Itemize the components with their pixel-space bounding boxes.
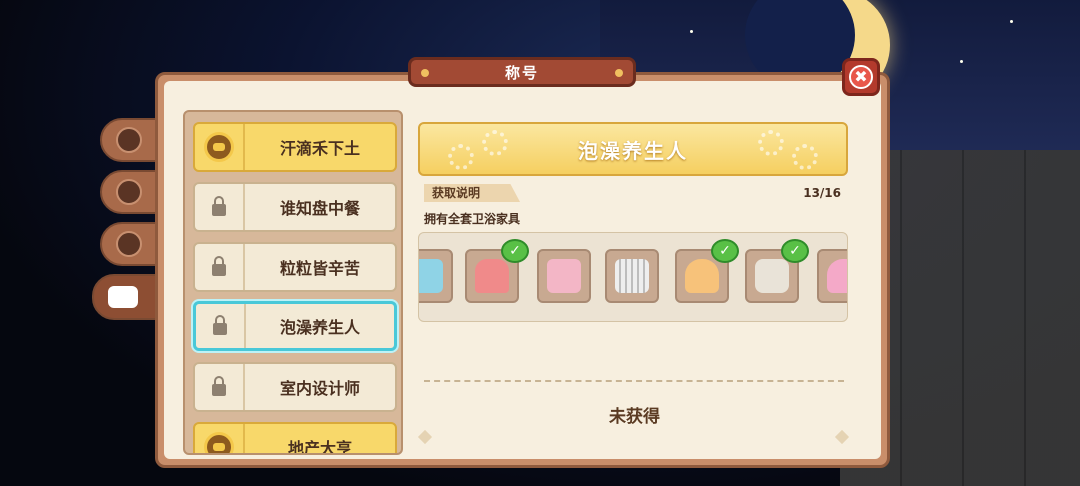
banner-rivet bbox=[421, 69, 429, 77]
list-item[interactable]: ✓ bbox=[745, 239, 809, 303]
gear-icon bbox=[482, 130, 508, 156]
title-item-label: 汗滴禾下土 bbox=[279, 139, 360, 158]
star-icon bbox=[116, 231, 142, 257]
close-icon: ✖ bbox=[849, 65, 873, 89]
title-item[interactable]: 室内设计师 bbox=[193, 362, 397, 412]
title-item[interactable]: 汗滴禾下土 bbox=[193, 122, 397, 172]
title-icon bbox=[108, 286, 138, 308]
list-item[interactable] bbox=[419, 249, 453, 303]
tab-titles[interactable] bbox=[92, 274, 162, 320]
star-decoration bbox=[960, 60, 963, 63]
lock-icon bbox=[213, 315, 227, 335]
title-item[interactable]: 粒粒皆辛苦 bbox=[193, 242, 397, 292]
title-item-icon-box bbox=[195, 424, 245, 453]
lock-icon bbox=[212, 256, 226, 276]
owned-check-icon: ✓ bbox=[501, 239, 529, 263]
title-item[interactable]: 地产大亨 bbox=[193, 422, 397, 455]
bath-set-icon bbox=[419, 259, 443, 293]
requirement-description: 拥有全套卫浴家具 bbox=[424, 212, 521, 226]
title-item-icon-box bbox=[195, 184, 245, 230]
title-badge-icon bbox=[204, 132, 234, 162]
book-icon bbox=[116, 179, 142, 205]
panel-title-text: 称号 bbox=[504, 63, 539, 82]
title-name-banner: 泡澡养生人 bbox=[418, 122, 848, 176]
close-button[interactable]: ✖ bbox=[842, 58, 880, 96]
list-item[interactable] bbox=[537, 249, 591, 303]
title-item-label: 谁知盘中餐 bbox=[279, 199, 360, 218]
radiator-icon bbox=[615, 259, 649, 293]
status-text: 未获得 bbox=[609, 407, 660, 427]
reed-diffuser-icon bbox=[755, 259, 789, 293]
title-item-label: 地产大亨 bbox=[287, 439, 352, 455]
banner-rivet bbox=[615, 69, 623, 77]
washing-machine-icon bbox=[547, 259, 581, 293]
title-item-icon-box bbox=[195, 364, 245, 410]
cake-icon bbox=[827, 259, 847, 293]
title-detail: 泡澡养生人 获取说明 13/16 拥有全套卫浴家具 ✓ ✓ ✓ 未获得 bbox=[408, 110, 861, 455]
divider bbox=[424, 380, 844, 382]
list-item[interactable]: ✓ bbox=[465, 239, 529, 303]
progress-count: 13/16 bbox=[803, 186, 841, 200]
mirror-cabinet-icon bbox=[475, 259, 509, 293]
cupcake-icon bbox=[685, 259, 719, 293]
star-decoration bbox=[690, 30, 693, 33]
required-items-list[interactable]: ✓ ✓ ✓ bbox=[418, 232, 848, 322]
corner-ornament bbox=[834, 429, 850, 445]
title-item-icon-box bbox=[196, 304, 246, 348]
list-item[interactable]: ✓ bbox=[675, 239, 739, 303]
title-list[interactable]: 汗滴禾下土 谁知盘中餐 粒粒皆辛苦 泡澡养生人 室内设计师 地产大亨 bbox=[183, 110, 403, 455]
list-item[interactable] bbox=[605, 249, 659, 303]
lock-icon bbox=[212, 196, 226, 216]
owned-check-icon: ✓ bbox=[711, 239, 739, 263]
title-name: 泡澡养生人 bbox=[578, 138, 688, 163]
list-item[interactable] bbox=[817, 249, 847, 303]
title-badge-icon bbox=[204, 432, 234, 453]
gear-icon bbox=[792, 144, 818, 170]
title-item-icon-box bbox=[195, 244, 245, 290]
title-item[interactable]: 谁知盘中餐 bbox=[193, 182, 397, 232]
title-item-label: 室内设计师 bbox=[279, 379, 360, 398]
lock-icon bbox=[212, 376, 226, 396]
gear-icon bbox=[448, 144, 474, 170]
title-item-icon-box bbox=[195, 124, 245, 170]
howto-label: 获取说明 bbox=[424, 184, 521, 202]
owned-check-icon: ✓ bbox=[781, 239, 809, 263]
title-item-selected[interactable]: 泡澡养生人 bbox=[193, 301, 397, 351]
star-decoration bbox=[1010, 20, 1013, 23]
corner-ornament bbox=[417, 429, 433, 445]
title-item-label: 粒粒皆辛苦 bbox=[279, 259, 360, 278]
gear-icon bbox=[758, 130, 784, 156]
sun-icon bbox=[116, 127, 142, 153]
panel-title: 称号 bbox=[408, 57, 636, 87]
title-item-label: 泡澡养生人 bbox=[279, 318, 360, 337]
